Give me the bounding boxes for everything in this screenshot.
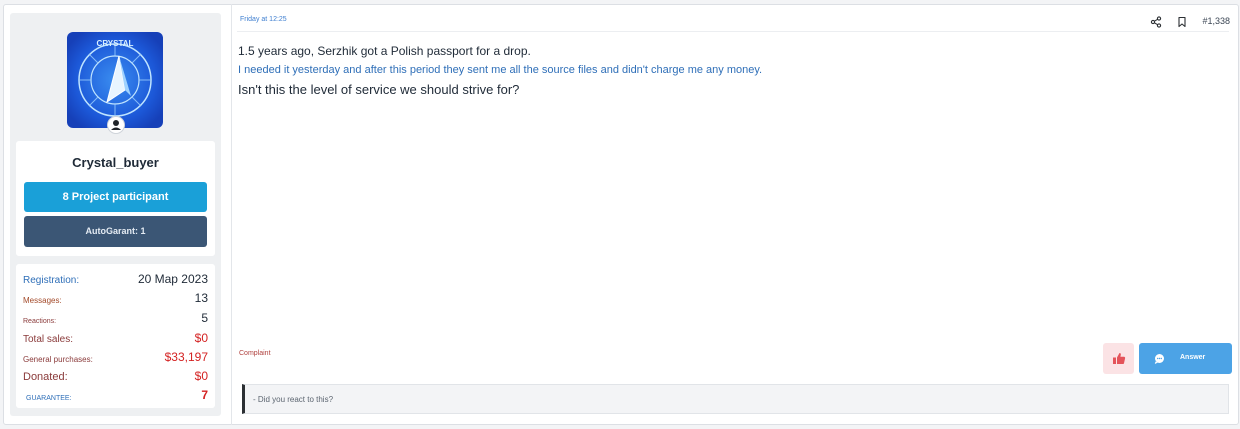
user-card: Crystal_buyer 8 Project participant Auto… <box>16 141 215 256</box>
post-date[interactable]: Friday at 12:25 <box>240 16 287 23</box>
stat-label: Donated: <box>23 371 68 383</box>
stat-row-reactions: Reactions: 5 <box>16 309 215 327</box>
reaction-prompt-bar[interactable]: - Did you react to this? <box>242 384 1229 414</box>
avatar-lettering: CRYSTAL <box>97 39 134 48</box>
stat-label: Registration: <box>23 275 80 286</box>
answer-label: Answer <box>1180 354 1206 361</box>
post-actions: #1,338 <box>1150 15 1230 28</box>
project-participant-badge: 8 Project participant <box>24 182 207 212</box>
column-divider <box>231 4 232 425</box>
complaint-link[interactable]: Complaint <box>239 350 271 357</box>
stat-value: $33,197 <box>164 350 208 364</box>
bookmark-icon[interactable] <box>1176 15 1188 28</box>
message-line-1: 1.5 years ago, Serzhik got a Polish pass… <box>238 44 531 58</box>
stat-row-total-sales: Total sales: $0 <box>16 329 215 347</box>
stat-label: General purchases: <box>23 355 93 364</box>
autogarant-badge: AutoGarant: 1 <box>24 216 207 247</box>
stat-row-general-purchases: General purchases: $33,197 <box>16 348 215 366</box>
stat-row-donated: Donated: $0 <box>16 367 215 385</box>
thumbs-up-icon <box>1112 353 1125 364</box>
stat-row-registration: Registration: 20 Map 2023 <box>16 270 215 288</box>
post-number-link[interactable]: #1,338 <box>1202 16 1230 26</box>
stat-value: $0 <box>194 369 208 383</box>
message-line-2: I needed it yesterday and after this per… <box>238 64 763 76</box>
stat-label: Reactions: <box>23 318 57 325</box>
user-sidebar: CRYSTAL Crystal_buyer 8 Project particip… <box>10 13 221 416</box>
stat-value: 20 Map 2023 <box>137 272 208 286</box>
speech-bubble-icon <box>1154 354 1165 366</box>
stat-label: Total sales: <box>23 334 74 345</box>
answer-button[interactable]: Answer <box>1139 343 1232 374</box>
message-line-3: Isn't this the level of service we shoul… <box>238 82 520 97</box>
username[interactable]: Crystal_buyer <box>16 155 215 170</box>
share-icon[interactable] <box>1150 15 1162 28</box>
stat-label: Messages: <box>23 296 62 305</box>
stat-label: GUARANTEE: <box>26 395 72 402</box>
header-divider <box>237 31 1229 32</box>
stat-value: 7 <box>201 388 208 402</box>
like-button[interactable] <box>1103 343 1134 374</box>
avatar[interactable]: CRYSTAL <box>67 32 163 128</box>
crystal-logo-icon: CRYSTAL <box>67 32 163 128</box>
stat-value: 13 <box>194 291 208 305</box>
stat-value: $0 <box>194 331 208 345</box>
stat-row-guarantee: GUARANTEE: 7 <box>16 386 215 404</box>
stat-value: 5 <box>201 311 208 325</box>
user-stats: Registration: 20 Map 2023 Messages: 13 R… <box>16 264 215 408</box>
user-status-icon <box>107 116 125 134</box>
reaction-prompt-text: - Did you react to this? <box>253 395 334 404</box>
stat-row-messages: Messages: 13 <box>16 289 215 307</box>
